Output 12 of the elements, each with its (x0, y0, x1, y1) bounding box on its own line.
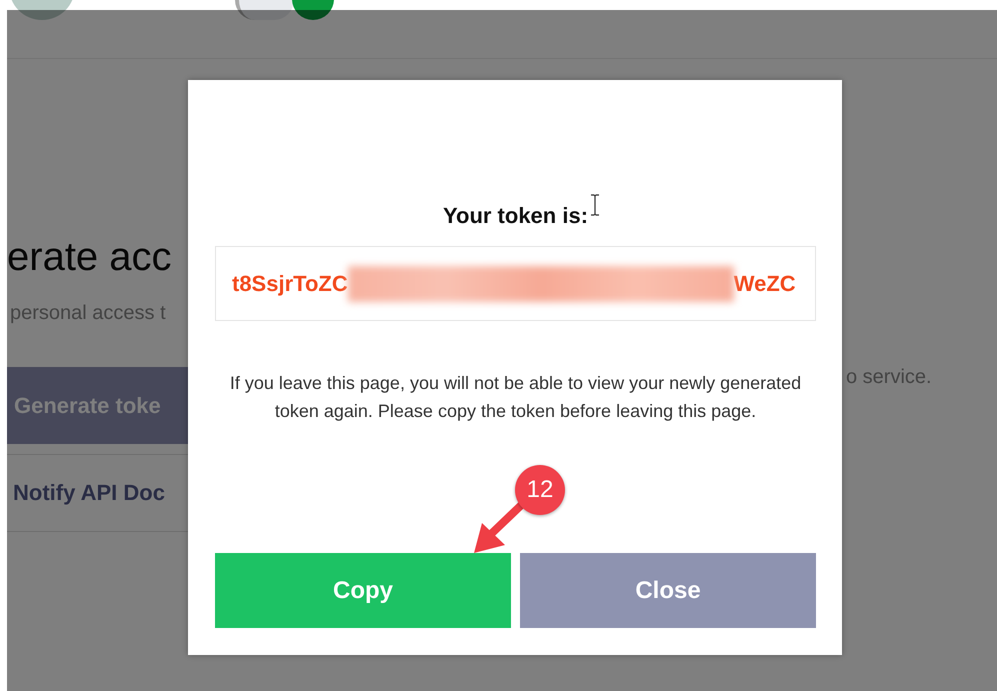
page-heading: erate acc (7, 234, 173, 281)
warning-message: If you leave this page, you will not be able to view your newly generated token again. Please copy the token before leaving this page. (228, 372, 802, 423)
token-text: WeZC (734, 270, 796, 296)
token-field[interactable]: t8SsjrToZC WeZC (215, 246, 816, 321)
step-number-badge: 12 (515, 465, 565, 515)
page-description: personal access t (10, 301, 167, 325)
close-button[interactable]: Close (520, 553, 816, 628)
dialog-title: Your token is: (442, 202, 588, 230)
text-cursor-icon (590, 194, 600, 216)
token-text: t8SsjrToZC (232, 270, 348, 296)
page-description: o service. (846, 365, 932, 390)
copy-button[interactable]: Copy (215, 553, 511, 628)
